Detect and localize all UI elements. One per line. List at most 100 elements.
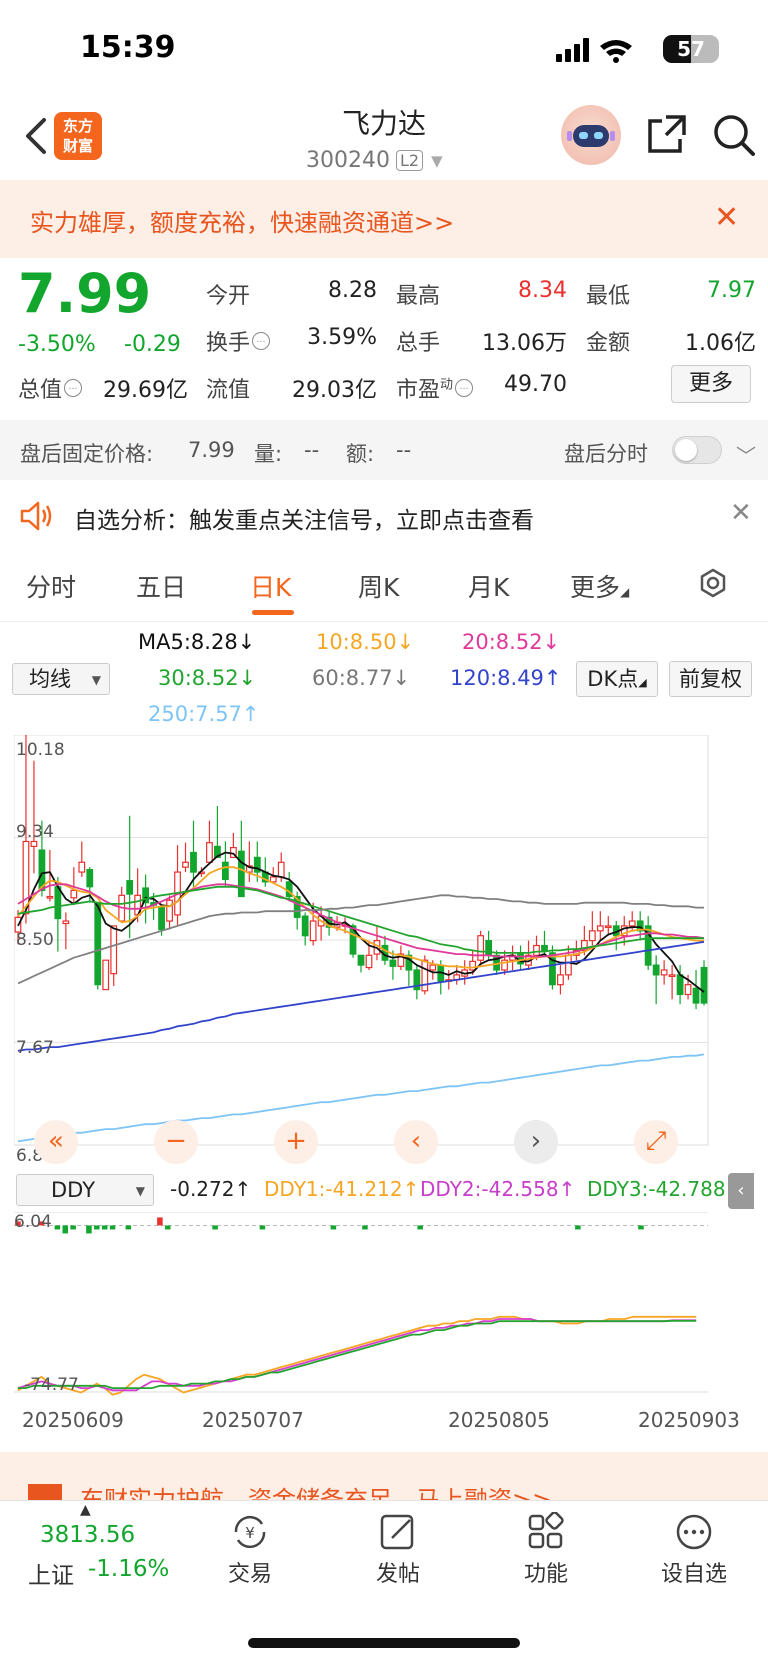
candle-down <box>126 880 134 895</box>
dk-point-button[interactable]: DK点◢ <box>576 661 658 697</box>
promo-text[interactable]: 实力雄厚，额度充裕，快速融资通道>> <box>30 203 454 238</box>
candle-down <box>54 886 62 920</box>
index-expand-icon[interactable]: ▲ <box>80 1502 91 1518</box>
candle-up <box>421 959 429 992</box>
back-arrow-icon[interactable] <box>18 112 58 162</box>
nav-trade[interactable]: ¥ 交易 <box>200 1512 300 1588</box>
candle-up <box>166 899 173 922</box>
ddy-bar <box>259 1225 266 1230</box>
candle-up <box>429 964 437 971</box>
collapse-panel-button[interactable]: ‹ <box>728 1173 754 1209</box>
index-value[interactable]: 3813.56 <box>40 1522 135 1548</box>
high-value: 8.34 <box>518 278 567 303</box>
ma250-legend: 250:7.57↑ <box>148 702 260 726</box>
candle-up <box>110 925 118 975</box>
pe-value: 49.70 <box>504 372 567 397</box>
stock-code: 300240 <box>306 148 390 173</box>
ah-price: 7.99 <box>188 438 235 462</box>
kline-chart[interactable] <box>14 735 756 1165</box>
active-tab-indicator <box>252 610 294 615</box>
high-label: 最高 <box>396 284 441 309</box>
home-indicator <box>248 1638 520 1648</box>
index-name[interactable]: 上证 <box>28 1556 74 1590</box>
search-icon[interactable] <box>712 113 756 157</box>
candle-up <box>565 954 572 976</box>
move-right-button[interactable]: › <box>514 1120 558 1164</box>
candle-down <box>485 940 493 956</box>
ah-vol: -- <box>304 438 320 462</box>
cellular-wifi-icons <box>556 38 632 63</box>
ddy-chart[interactable] <box>14 1212 756 1402</box>
change-percent: -3.50% <box>18 332 96 357</box>
ddy-bar <box>109 1225 116 1230</box>
ddy-bar <box>638 1225 644 1230</box>
nav-post[interactable]: 发帖 <box>348 1512 448 1588</box>
candle-up <box>309 920 317 942</box>
ma60-legend: 60:8.77↓ <box>312 666 411 690</box>
close-icon[interactable]: ✕ <box>714 200 739 235</box>
tab-more[interactable]: 更多◢ <box>570 568 629 604</box>
stock-code-selector[interactable]: 300240 L2 ▼ <box>306 148 443 173</box>
turnover-label[interactable]: 换手… <box>206 325 271 357</box>
candle-up <box>477 935 485 961</box>
tab-daily-k[interactable]: 日K <box>250 568 291 604</box>
tab-monthly-k[interactable]: 月K <box>468 568 509 604</box>
ah-price-label: 盘后固定价格: <box>20 442 154 466</box>
ah-timeshare-toggle[interactable] <box>672 436 722 464</box>
pe-label[interactable]: 市盈动… <box>396 372 474 404</box>
tab-weekly-k[interactable]: 周K <box>358 568 399 604</box>
candle-down <box>700 966 708 1004</box>
candle-up <box>469 960 477 971</box>
share-icon[interactable] <box>646 113 688 155</box>
chevron-down-icon[interactable]: ﹀ <box>736 440 756 469</box>
candle-up <box>588 930 596 942</box>
tab-five-day[interactable]: 五日 <box>136 568 186 604</box>
candle-up <box>62 920 70 925</box>
ah-amt-label: 额: <box>346 442 375 466</box>
candle-down <box>301 915 309 937</box>
tab-timeshare[interactable]: 分时 <box>26 568 76 604</box>
candle-up <box>628 920 636 927</box>
sub-indicator-select[interactable]: DDY ▼ <box>16 1174 154 1206</box>
move-left-button[interactable]: ‹ <box>394 1120 438 1164</box>
gear-icon[interactable] <box>696 566 730 600</box>
robot-icon <box>567 125 615 147</box>
zoom-out-button[interactable]: − <box>154 1120 198 1164</box>
ddy-bar <box>125 1225 132 1230</box>
close-icon[interactable]: ✕ <box>730 498 752 528</box>
info-icon[interactable]: … <box>64 378 83 397</box>
candle-down <box>86 869 94 888</box>
info-icon[interactable]: … <box>455 378 474 397</box>
nav-add-watchlist[interactable]: 设自选 <box>644 1512 744 1588</box>
current-price: 7.99 <box>18 262 152 325</box>
low-value: 7.97 <box>707 278 756 303</box>
ddy-y-top: 6.04 <box>14 1212 52 1232</box>
ma-line-250 <box>17 1053 705 1143</box>
scroll-to-start-button[interactable]: « <box>34 1120 78 1164</box>
info-icon[interactable]: … <box>252 331 271 350</box>
candle-up <box>604 925 612 929</box>
ddy-value: -0.272↑ <box>170 1177 252 1201</box>
mktcap-label[interactable]: 总值… <box>18 372 83 404</box>
y-tick-2: 9.34 <box>16 822 54 842</box>
ah-vol-label: 量: <box>254 442 283 466</box>
ddy-bar <box>54 1225 61 1230</box>
ai-assistant-avatar[interactable] <box>561 105 621 165</box>
candle-up <box>30 840 38 847</box>
candle-down <box>389 959 397 967</box>
change-amount: -0.29 <box>124 332 181 357</box>
more-button[interactable]: 更多 <box>671 365 751 403</box>
candle-up <box>269 876 277 883</box>
zoom-in-button[interactable]: + <box>274 1120 318 1164</box>
turnover-value: 3.59% <box>307 325 377 350</box>
candle-up <box>70 889 78 899</box>
amount-label: 金额 <box>586 331 631 356</box>
fullscreen-button[interactable]: ⤢ <box>634 1120 678 1164</box>
megaphone-icon <box>28 1484 62 1500</box>
nav-functions[interactable]: 功能 <box>496 1512 596 1588</box>
price-adjust-button[interactable]: 前复权 <box>669 661 752 697</box>
ma-indicator-select[interactable]: 均线 ▼ <box>12 663 110 695</box>
period-tabs: 分时 五日 日K 周K 月K 更多◢ <box>0 560 768 622</box>
signal-alert-text[interactable]: 自选分析：触发重点关注信号，立即点击查看 <box>74 501 534 535</box>
index-change[interactable]: -1.16% <box>88 1556 169 1582</box>
